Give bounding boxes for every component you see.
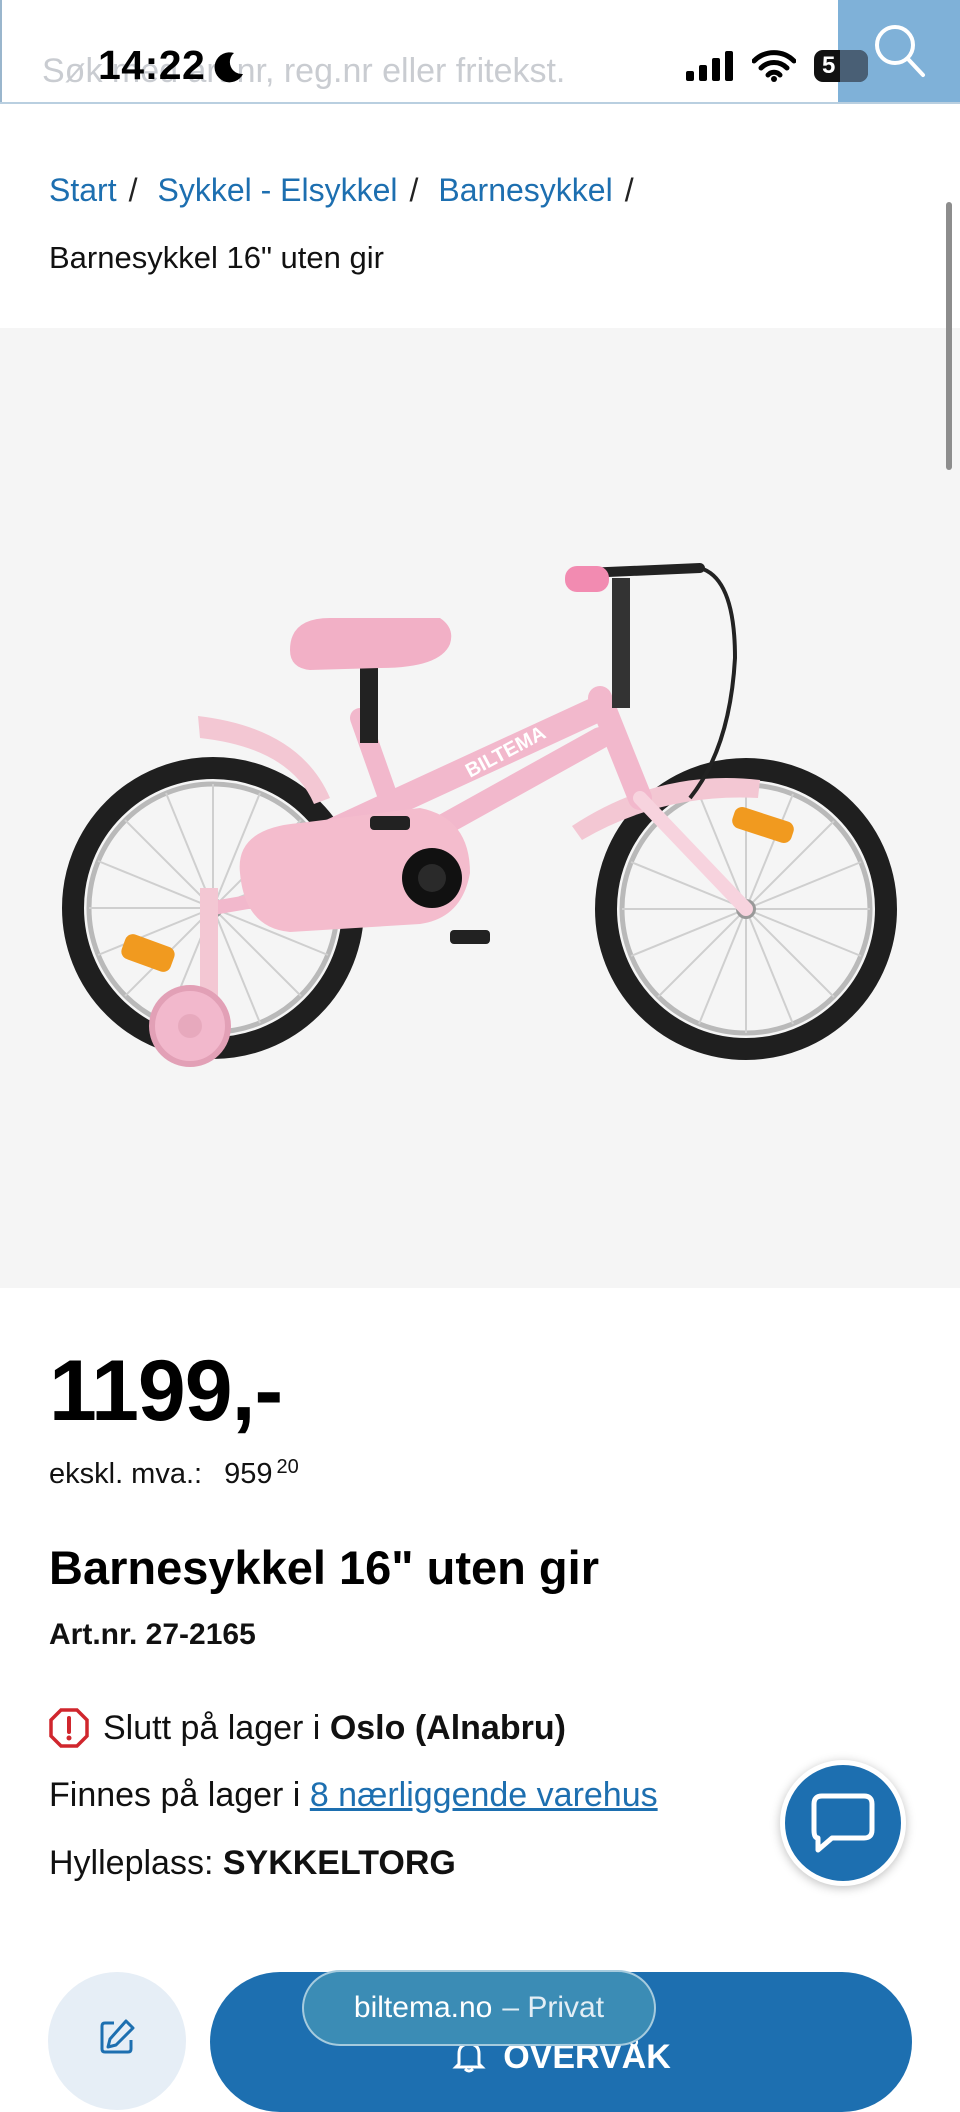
- chat-icon: [811, 1793, 875, 1853]
- wifi-icon: [752, 50, 796, 82]
- signal-icon: [686, 51, 733, 81]
- search-icon: [875, 25, 925, 77]
- chat-button[interactable]: [780, 1760, 906, 1886]
- browser-private-mode: – Privat: [502, 1991, 605, 2024]
- status-icons: 5: [686, 50, 868, 82]
- article-number: Art.nr. 27-2165: [49, 1618, 256, 1651]
- product-price: 1199,-: [49, 1343, 283, 1439]
- breadcrumb-separator: /: [128, 172, 138, 208]
- breadcrumb-separator: /: [409, 172, 419, 208]
- browser-url: biltema.no: [353, 1991, 493, 2024]
- stock-status-local: Slutt på lager i Oslo (Alnabru): [49, 1708, 566, 1748]
- moon-icon: [214, 52, 243, 83]
- bicycle-illustration: BILTEMA: [62, 563, 897, 1067]
- status-time: 14:22: [98, 42, 206, 88]
- ex-vat-label: ekskl. mva.:: [49, 1458, 203, 1490]
- nearby-stores-link[interactable]: 8 nærliggende varehus: [310, 1776, 658, 1814]
- battery-level: 5: [822, 52, 836, 79]
- stock-availability: Finnes på lager i 8 nærliggende varehus: [49, 1776, 658, 1815]
- browser-url-bar[interactable]: biltema.no – Privat: [302, 1970, 656, 2046]
- breadcrumb-start[interactable]: Start: [49, 172, 117, 209]
- search-bar: Søk med art.nr, reg.nr eller fritekst. 1…: [0, 0, 960, 104]
- breadcrumb-current: Barnesykkel 16" uten gir: [49, 240, 384, 275]
- shelf-value: SYKKELTORG: [222, 1844, 456, 1882]
- shelf-label: Hylleplass:: [49, 1844, 214, 1882]
- training-wheel: [149, 888, 231, 1067]
- scrollbar[interactable]: [946, 202, 952, 470]
- shelf-location: Hylleplass: SYKKELTORG: [49, 1844, 456, 1883]
- breadcrumb: Start / Sykkel - Elsykkel / Barnesykkel …: [49, 172, 654, 209]
- warning-icon: [49, 1708, 89, 1748]
- breadcrumb-sykkel[interactable]: Sykkel - Elsykkel: [157, 172, 397, 209]
- add-note-button[interactable]: [48, 1972, 186, 2110]
- battery-indicator: 5: [814, 50, 868, 82]
- stock-out-store: Oslo (Alnabru): [329, 1708, 566, 1747]
- breadcrumb-barnesykkel[interactable]: Barnesykkel: [438, 172, 612, 209]
- product-title: Barnesykkel 16" uten gir: [49, 1541, 599, 1594]
- availability-text: Finnes på lager i: [49, 1776, 301, 1814]
- ex-vat-value: 959: [224, 1458, 273, 1490]
- price-ex-vat: ekskl. mva.: 959 20: [49, 1456, 299, 1491]
- ex-vat-cents: 20: [276, 1456, 299, 1478]
- product-image[interactable]: BILTEMA: [0, 328, 960, 1288]
- breadcrumb-separator: /: [624, 172, 634, 208]
- stock-out-text: Slutt på lager i: [103, 1708, 321, 1747]
- edit-icon: [100, 2019, 135, 2054]
